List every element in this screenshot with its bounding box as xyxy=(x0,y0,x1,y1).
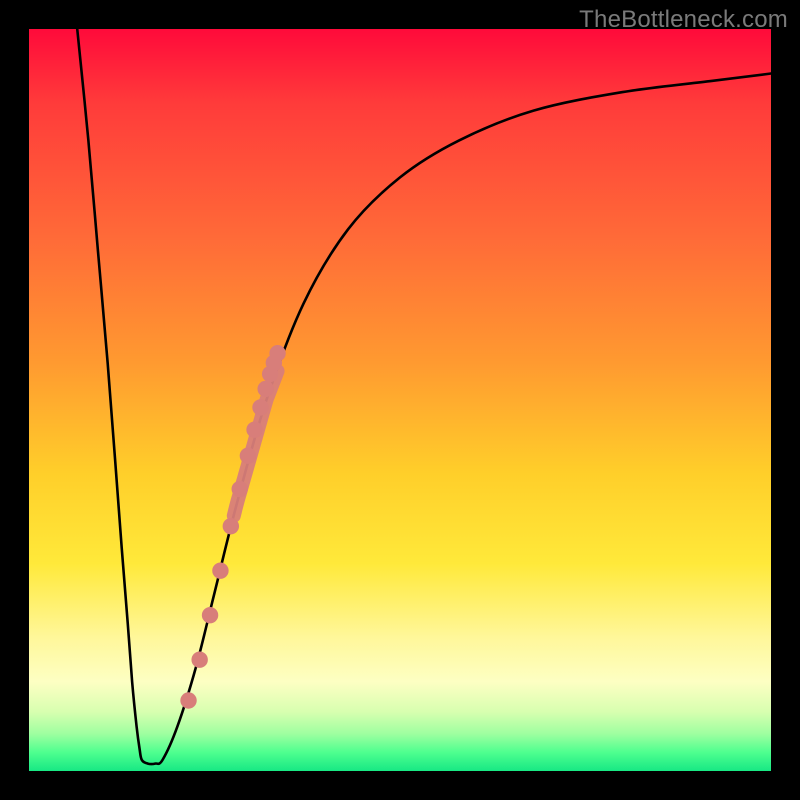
watermark-text: TheBottleneck.com xyxy=(579,6,788,34)
chart-frame: TheBottleneck.com xyxy=(0,0,800,800)
data-dot xyxy=(232,481,248,497)
data-dot xyxy=(252,399,268,415)
data-dot xyxy=(223,518,239,534)
plot-area xyxy=(29,29,771,771)
data-dot xyxy=(180,692,196,708)
data-dot xyxy=(240,447,256,463)
data-dot xyxy=(202,607,218,623)
data-dot xyxy=(269,345,285,361)
data-dot xyxy=(257,381,273,397)
chart-svg xyxy=(29,29,771,771)
data-dot xyxy=(246,421,262,437)
bottleneck-curve xyxy=(77,29,771,764)
curve-layer xyxy=(77,29,771,764)
data-dot xyxy=(191,652,207,668)
data-dot xyxy=(212,562,228,578)
